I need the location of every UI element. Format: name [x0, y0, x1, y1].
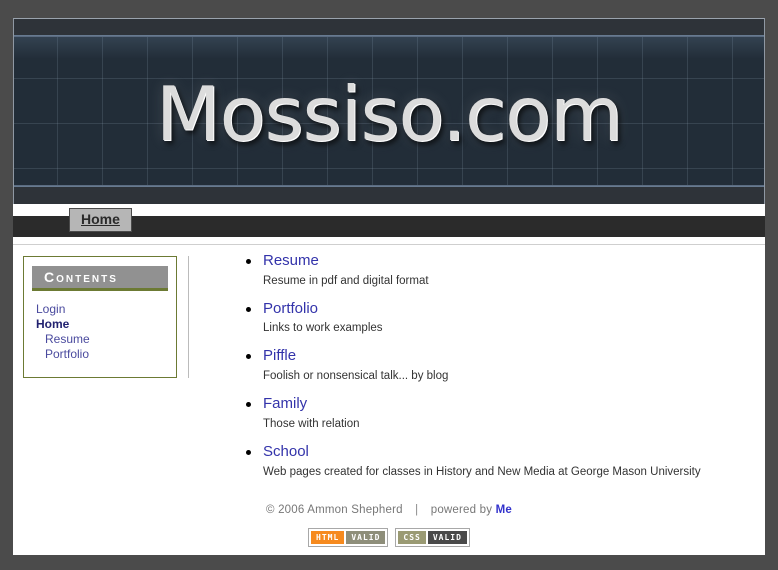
sidebar-item-resume[interactable]: Resume	[36, 332, 168, 347]
nav-tab-home[interactable]: Home	[69, 208, 132, 233]
html-valid-badge[interactable]: HTML VALID	[309, 529, 388, 546]
list-item: School Web pages created for classes in …	[241, 443, 745, 480]
site-logo: Mossiso.com	[155, 70, 623, 158]
validation-badges: HTML VALID CSS VALID	[13, 529, 765, 546]
content-top-rule	[13, 244, 765, 245]
main-link-piffle[interactable]: Piffle	[263, 347, 296, 366]
footer-powered-by-label: powered by	[430, 504, 493, 516]
bullet-icon	[246, 259, 251, 264]
list-item: Portfolio Links to work examples	[241, 300, 745, 337]
css-valid-badge[interactable]: CSS VALID	[396, 529, 469, 546]
html-badge-left: HTML	[311, 531, 345, 544]
sidebar-item-login[interactable]: Login	[36, 302, 168, 317]
banner-bottom-bar	[14, 187, 764, 204]
site-banner: Mossiso.com	[13, 18, 765, 204]
bullet-icon	[246, 354, 251, 360]
footer-powered-by-link[interactable]: Me	[496, 504, 512, 516]
css-badge-right: VALID	[427, 531, 467, 544]
main-desc-portfolio: Links to work examples	[263, 322, 383, 335]
main-link-resume[interactable]: Resume	[263, 252, 319, 271]
bullet-icon	[246, 449, 251, 455]
sidebar-item-home[interactable]: Home	[36, 317, 168, 332]
sidebar-link-list: Login Home Resume Portfolio	[32, 302, 168, 362]
bullet-icon	[246, 306, 251, 312]
main-desc-piffle: Foolish or nonsensical talk... by blog	[263, 370, 449, 383]
main-desc-family: Those with relation	[263, 417, 360, 430]
footer-text: © 2006 Ammon Shepherd | powered by Me	[13, 495, 765, 516]
main-link-family[interactable]: Family	[263, 395, 307, 414]
main-link-school[interactable]: School	[263, 443, 309, 462]
list-item: Family Those with relation	[241, 395, 745, 432]
site-footer: © 2006 Ammon Shepherd | powered by Me HT…	[13, 495, 765, 555]
page-frame: Mossiso.com Home Contents Login Home Res…	[13, 18, 765, 555]
main-section-list: Resume Resume in pdf and digital format …	[241, 252, 745, 490]
html-badge-right: VALID	[346, 531, 386, 544]
list-item: Piffle Foolish or nonsensical talk... by…	[241, 347, 745, 384]
css-badge-left: CSS	[398, 531, 426, 544]
sidebar-item-portfolio[interactable]: Portfolio	[36, 347, 168, 362]
bullet-icon	[246, 402, 251, 408]
column-divider	[188, 256, 189, 378]
list-item: Resume Resume in pdf and digital format	[241, 252, 745, 289]
main-desc-resume: Resume in pdf and digital format	[263, 274, 429, 287]
banner-top-bar	[14, 19, 764, 35]
footer-separator: |	[415, 504, 419, 516]
footer-copyright: © 2006 Ammon Shepherd	[266, 504, 403, 516]
main-navigation: Home	[13, 204, 765, 244]
main-desc-school: Web pages created for classes in History…	[263, 465, 701, 478]
content-area: Contents Login Home Resume Portfolio Res…	[13, 244, 765, 495]
nav-tab-list: Home	[69, 208, 132, 233]
main-link-portfolio[interactable]: Portfolio	[263, 300, 318, 319]
sidebar-contents-box: Contents Login Home Resume Portfolio	[23, 256, 177, 378]
sidebar-title: Contents	[32, 266, 168, 291]
